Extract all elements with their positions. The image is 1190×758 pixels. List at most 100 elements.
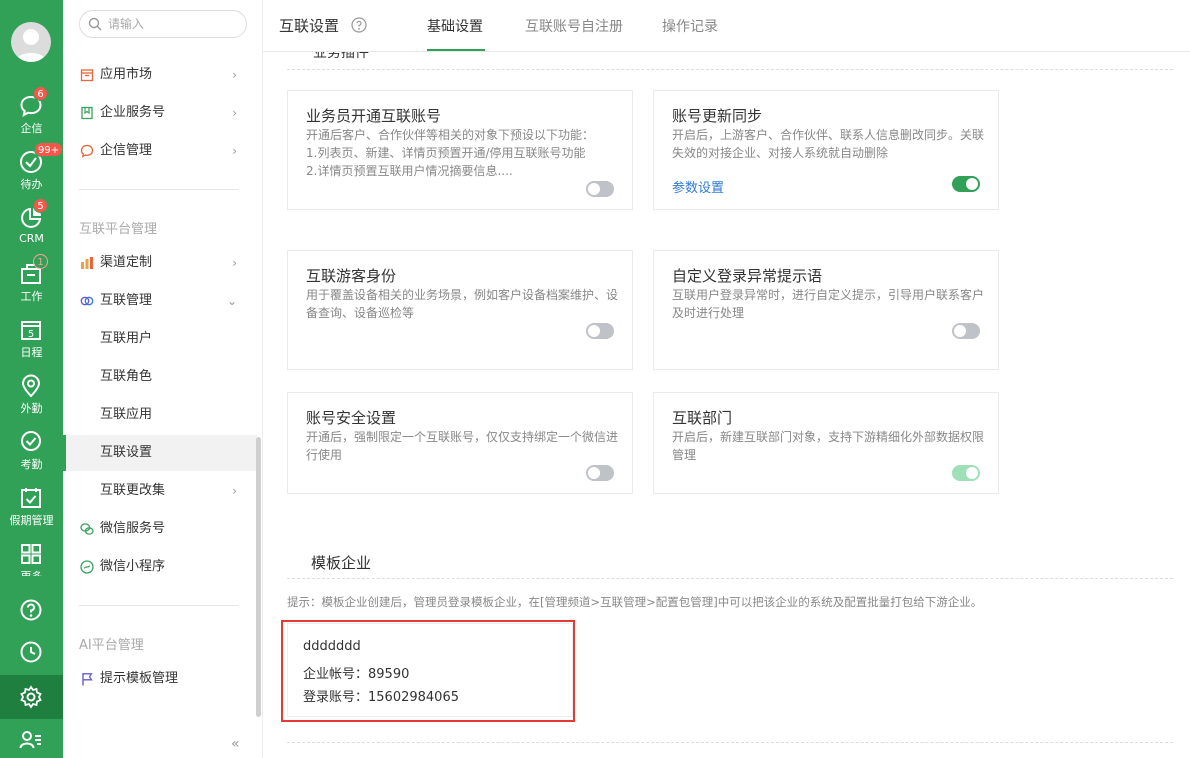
section-title-plugins: 业务插件 xyxy=(313,52,369,61)
card-title: 自定义登录异常提示语 xyxy=(672,267,823,285)
template-company-card[interactable]: ddddddd 企业帐号：89590 登录账号：15602984065 xyxy=(287,623,573,717)
rail-item-schedule[interactable]: 5 日程 xyxy=(0,318,63,374)
sidebar-scrollbar[interactable] xyxy=(256,437,261,717)
question-circle-icon[interactable] xyxy=(351,17,367,33)
rail-badge: 99+ xyxy=(34,142,64,157)
flag-icon xyxy=(82,673,93,686)
sidebar-item-interconnect-roles[interactable]: 互联角色 xyxy=(63,359,257,395)
search-input[interactable] xyxy=(108,14,238,34)
tab-operation-log[interactable]: 操作记录 xyxy=(662,16,718,36)
chevron-right-icon: › xyxy=(232,68,237,82)
sidebar-item-wechat-miniprogram[interactable]: 微信小程序 xyxy=(63,549,257,585)
plugin-card: 业务员开通互联账号 开通后客户、合作伙伴等相关的对象下预设以下功能： 1.列表页… xyxy=(287,90,633,210)
plugin-card: 互联游客身份 用于覆盖设备相关的业务场景，例如客户设备档案维护、设备查询、设备巡… xyxy=(287,250,633,370)
tab-self-registration[interactable]: 互联账号自注册 xyxy=(525,16,623,36)
sidebar-item-channel[interactable]: 渠道定制 › xyxy=(63,245,257,281)
toggle-switch[interactable] xyxy=(952,323,980,339)
calendar-icon: 5 xyxy=(21,321,41,340)
card-description: 开通后，强制限定一个互联账号，仅仅支持绑定一个微信进行使用 xyxy=(306,430,619,462)
calendar-day: 5 xyxy=(28,329,34,340)
sidebar-item-wechat-service[interactable]: 微信服务号 xyxy=(63,511,257,547)
collapse-sidebar-icon[interactable]: « xyxy=(231,736,240,752)
search-icon xyxy=(88,17,102,31)
rail-item-field[interactable]: 外勤 xyxy=(0,374,63,430)
enterprise-account-value: 89590 xyxy=(368,667,410,682)
page-header: 互联设置 基础设置 互联账号自注册 操作记录 xyxy=(263,0,1190,52)
sidebar-item-qixin-manage[interactable]: 企信管理 › xyxy=(63,133,257,169)
rail-item-crm[interactable]: 5 CRM xyxy=(0,198,63,262)
toggle-switch[interactable] xyxy=(586,323,614,339)
rail-badge: 1 xyxy=(33,254,48,269)
sidebar-item-interconnect-manage[interactable]: 互联管理 ⌄ xyxy=(63,283,257,319)
page-title: 互联设置 xyxy=(279,17,340,35)
rail-item-label: 日程 xyxy=(20,346,43,359)
plugin-card: 自定义登录异常提示语 互联用户登录异常时，进行自定义提示，引导用户联系客户 及时… xyxy=(653,250,999,370)
enterprise-account-label: 企业帐号： xyxy=(303,667,369,682)
section-divider xyxy=(287,742,1173,743)
sidebar-item-interconnect-settings[interactable]: 互联设置 xyxy=(63,435,257,471)
sidebar-item-label: 应用市场 xyxy=(100,67,153,82)
toggle-switch[interactable] xyxy=(586,465,614,481)
sidebar-item-interconnect-users[interactable]: 互联用户 xyxy=(63,321,257,357)
card-title: 互联部门 xyxy=(672,409,733,427)
login-account-value: 15602984065 xyxy=(368,690,459,705)
rail-item-todo[interactable]: 99+ 待办 xyxy=(0,142,64,206)
rail-item-label: 假期管理 xyxy=(9,514,54,527)
sidebar-item-interconnect-apps[interactable]: 互联应用 xyxy=(63,397,257,433)
clock-icon xyxy=(20,641,42,663)
toggle-switch[interactable] xyxy=(952,465,980,481)
check-badge-icon xyxy=(21,431,41,451)
sidebar-item-label: 互联管理 xyxy=(100,293,153,308)
card-title: 账号安全设置 xyxy=(306,409,397,427)
param-settings-link[interactable]: 参数设置 xyxy=(672,177,724,196)
rail-item-label: CRM xyxy=(19,232,44,245)
card-description: 互联用户登录异常时，进行自定义提示，引导用户联系客户 及时进行处理 xyxy=(672,288,985,320)
rail-history[interactable] xyxy=(0,640,63,664)
sidebar-group-title: AI平台管理 xyxy=(79,638,144,653)
template-company-name: ddddddd xyxy=(303,639,361,654)
sidebar-item-label: 微信服务号 xyxy=(100,521,166,536)
section-title-template-enterprise: 模板企业 xyxy=(311,554,372,572)
search-box[interactable] xyxy=(79,10,247,38)
rail-item-attendance[interactable]: 考勤 xyxy=(0,430,63,486)
active-tab-indicator xyxy=(427,49,485,51)
toggle-switch[interactable] xyxy=(952,176,980,192)
enterprise-account-row: 企业帐号：89590 xyxy=(303,663,409,682)
sidebar-item-label: 企业服务号 xyxy=(100,105,166,120)
plugin-card: 互联部门 开启后，新建互联部门对象，支持下游精细化外部数据权限管理 xyxy=(653,392,999,494)
chevron-down-icon: ⌄ xyxy=(226,294,237,308)
rail-badge: 6 xyxy=(33,86,48,101)
user-avatar-icon xyxy=(16,29,46,62)
chevron-right-icon: › xyxy=(232,106,237,120)
sidebar-item-changeset[interactable]: 互联更改集 › xyxy=(63,473,257,509)
rail-item-more[interactable]: 更多 xyxy=(0,542,63,576)
toggle-switch[interactable] xyxy=(586,181,614,197)
bar-chart-icon xyxy=(81,257,93,269)
tab-basic-settings[interactable]: 基础设置 xyxy=(427,16,483,36)
hint-text: 提示：模板企业创建后，管理员登录模板企业，在[管理频道>互联管理>配置包管理]中… xyxy=(287,595,983,609)
rail-settings[interactable] xyxy=(0,685,63,709)
card-description: 用于覆盖设备相关的业务场景，例如客户设备档案维护、设备查询、设备巡检等 xyxy=(306,288,619,320)
sidebar-group-title: 互联平台管理 xyxy=(79,222,158,237)
card-description: 开通后客户、合作伙伴等相关的对象下预设以下功能： 1.列表页、新建、详情页预置开… xyxy=(306,128,595,178)
card-description: 开启后，新建互联部门对象，支持下游精细化外部数据权限管理 xyxy=(672,430,985,462)
sidebar-item-prompt-templates[interactable]: 提示模板管理 xyxy=(63,661,257,697)
login-account-row: 登录账号：15602984065 xyxy=(303,686,459,705)
user-list-icon xyxy=(19,731,41,749)
rail-item-leave[interactable]: 假期管理 xyxy=(0,486,63,542)
miniprogram-icon xyxy=(80,560,94,574)
card-title: 账号更新同步 xyxy=(672,107,763,125)
rail-contacts[interactable] xyxy=(0,728,63,752)
sidebar-item-label: 渠道定制 xyxy=(100,255,153,270)
sidebar-item-label: 互联设置 xyxy=(100,445,153,460)
avatar[interactable] xyxy=(11,22,51,62)
sidebar-item-label: 互联角色 xyxy=(100,369,153,384)
login-account-label: 登录账号： xyxy=(303,690,369,705)
left-rail: 6 企信 99+ 待办 5 CRM 1 工作 5 日程 外勤 考勤 假期管理 更… xyxy=(0,0,64,758)
rail-help[interactable] xyxy=(0,598,63,622)
store-icon xyxy=(80,69,94,82)
rail-item-label: 工作 xyxy=(20,290,43,303)
sidebar-item-service-account[interactable]: 企业服务号 › xyxy=(63,95,257,131)
sidebar-item-app-market[interactable]: 应用市场 › xyxy=(63,57,257,93)
rail-item-work[interactable]: 1 工作 xyxy=(0,254,63,318)
